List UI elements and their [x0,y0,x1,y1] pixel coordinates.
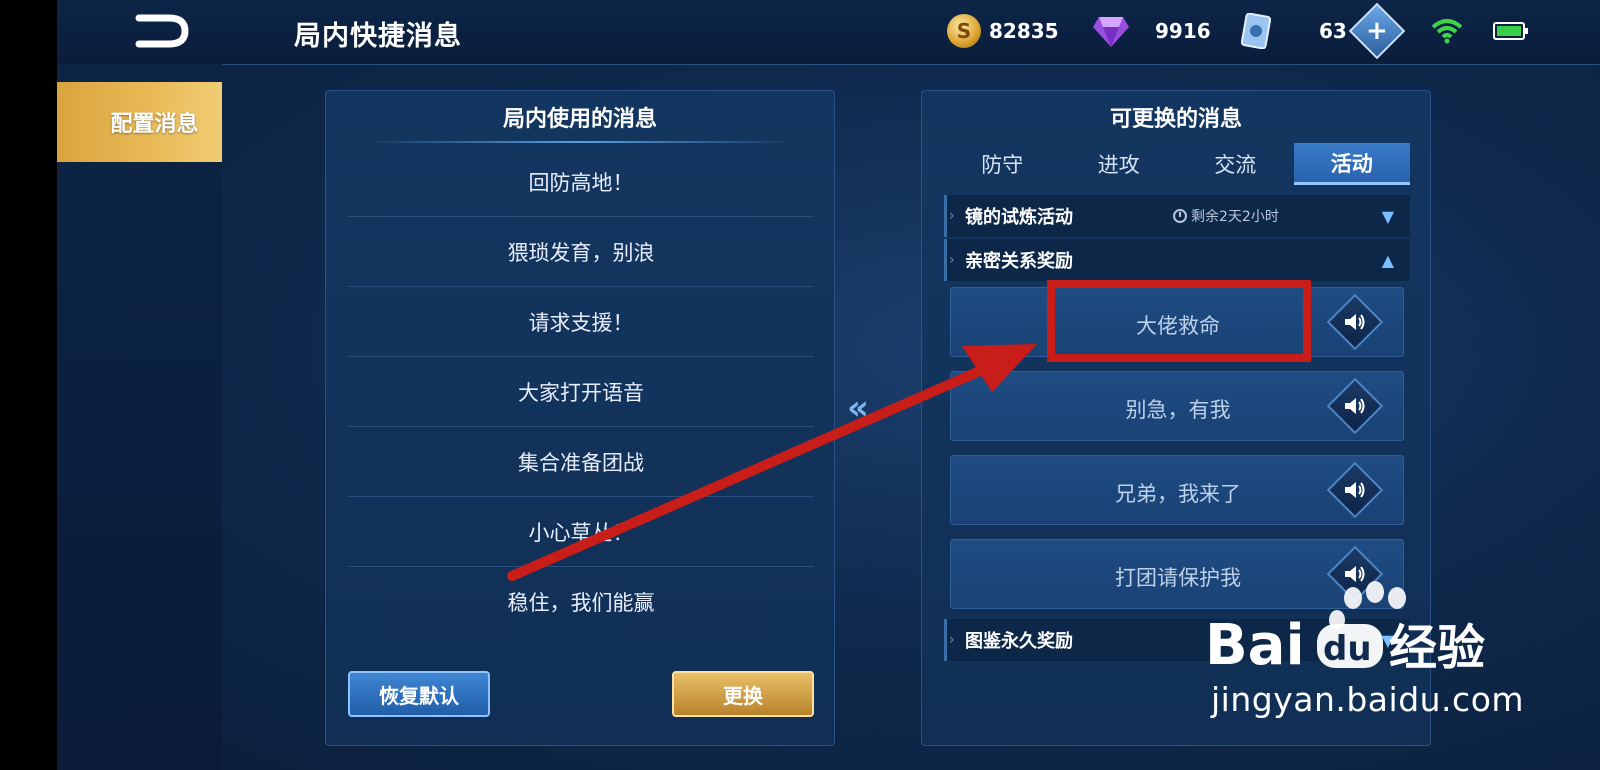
left-black-bar [0,0,57,770]
watermark-brand-a: Bai [1205,613,1305,670]
watermark-url: jingyan.baidu.com [1211,680,1525,719]
watermark-brand-b: du [1323,629,1372,669]
watermark-brand-c: 经验 [1389,620,1485,670]
baidu-jingyan-watermark: Bai du 经验 [1205,580,1545,678]
game-screen: 局内快捷消息 S 82835 9916 63 + 配置消息 局内使用的消息 回防… [57,0,1600,770]
baidu-paw-logo: Bai du 经验 [1205,581,1485,678]
